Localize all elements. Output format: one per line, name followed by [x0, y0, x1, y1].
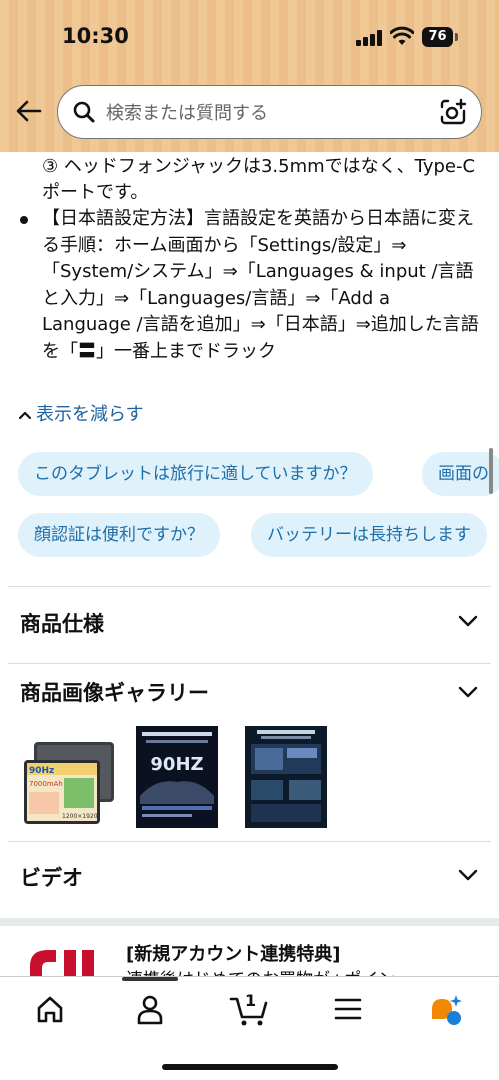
question-chip[interactable]: 顔認証は便利ですか？: [18, 513, 220, 557]
search-input[interactable]: [104, 96, 428, 130]
bottom-nav: 1: [0, 976, 499, 1080]
chevron-down-icon[interactable]: [457, 614, 479, 628]
wifi-icon: [390, 26, 414, 45]
thumb-battery-label: 7000mAh: [29, 780, 63, 788]
scroll-indicator: [489, 448, 493, 494]
thumb-res-label: 1200×1920: [62, 813, 98, 820]
description-continuation: ③ ヘッドフォンジャックは3.5mmではなく、Type-Cポートです。: [42, 156, 476, 203]
cart-button[interactable]: 1: [228, 991, 274, 1027]
section-specs-title[interactable]: 商品仕様: [20, 608, 104, 638]
divider: [8, 841, 491, 842]
promo-title[interactable]: [新規アカウント連携特典]: [126, 940, 340, 966]
gallery-thumbnail[interactable]: [245, 726, 327, 828]
chevron-down-icon[interactable]: [457, 685, 479, 699]
question-chip[interactable]: バッテリーは長持ちします: [251, 513, 487, 557]
divider: [8, 586, 491, 587]
thumb-hz-label: 90Hz: [29, 766, 54, 776]
section-video-title[interactable]: ビデオ: [20, 862, 83, 892]
signal-icon: [356, 30, 384, 46]
camera-search-icon[interactable]: [439, 98, 467, 126]
show-less-label: 表示を減らす: [36, 404, 144, 425]
bullet-dot: [20, 216, 28, 224]
chevron-down-icon[interactable]: [457, 868, 479, 882]
section-separator: [0, 918, 499, 926]
chevron-up-icon: [18, 411, 32, 420]
account-icon[interactable]: [130, 991, 170, 1027]
status-time: 10:30: [62, 24, 129, 48]
thumb-90hz-label: 90HZ: [150, 754, 203, 775]
cart-count: 1: [245, 991, 257, 1010]
header: 10:30 76: [0, 0, 499, 152]
back-arrow-icon[interactable]: [14, 96, 44, 126]
battery-icon: 76: [422, 27, 460, 47]
show-less-link[interactable]: 表示を減らす: [18, 400, 144, 426]
search-bar[interactable]: [57, 85, 482, 139]
home-indicator: [162, 1064, 338, 1070]
promo-logo[interactable]: [26, 944, 108, 980]
description-bullet: 【日本語設定方法】言語設定を英語から日本語に変える手順：ホーム画面から「Sett…: [42, 208, 479, 362]
section-gallery-title[interactable]: 商品画像ギャラリー: [20, 677, 209, 707]
gallery-thumbnail[interactable]: 90HZ: [136, 726, 218, 828]
divider: [8, 663, 491, 664]
nav-active-indicator: [122, 977, 178, 981]
battery-level: 76: [422, 27, 453, 47]
question-chip[interactable]: 画面の: [422, 452, 499, 496]
home-icon[interactable]: [30, 991, 70, 1027]
question-chips: このタブレットは旅行に適していますか？ 画面の 顔認証は便利ですか？ バッテリー…: [0, 448, 499, 568]
rufus-ai-icon[interactable]: [426, 991, 466, 1027]
gallery-thumbnail[interactable]: 90Hz 7000mAh 1200×1920: [24, 742, 114, 827]
search-icon: [73, 101, 95, 123]
menu-icon[interactable]: [328, 991, 368, 1027]
question-chip[interactable]: このタブレットは旅行に適していますか？: [18, 452, 373, 496]
